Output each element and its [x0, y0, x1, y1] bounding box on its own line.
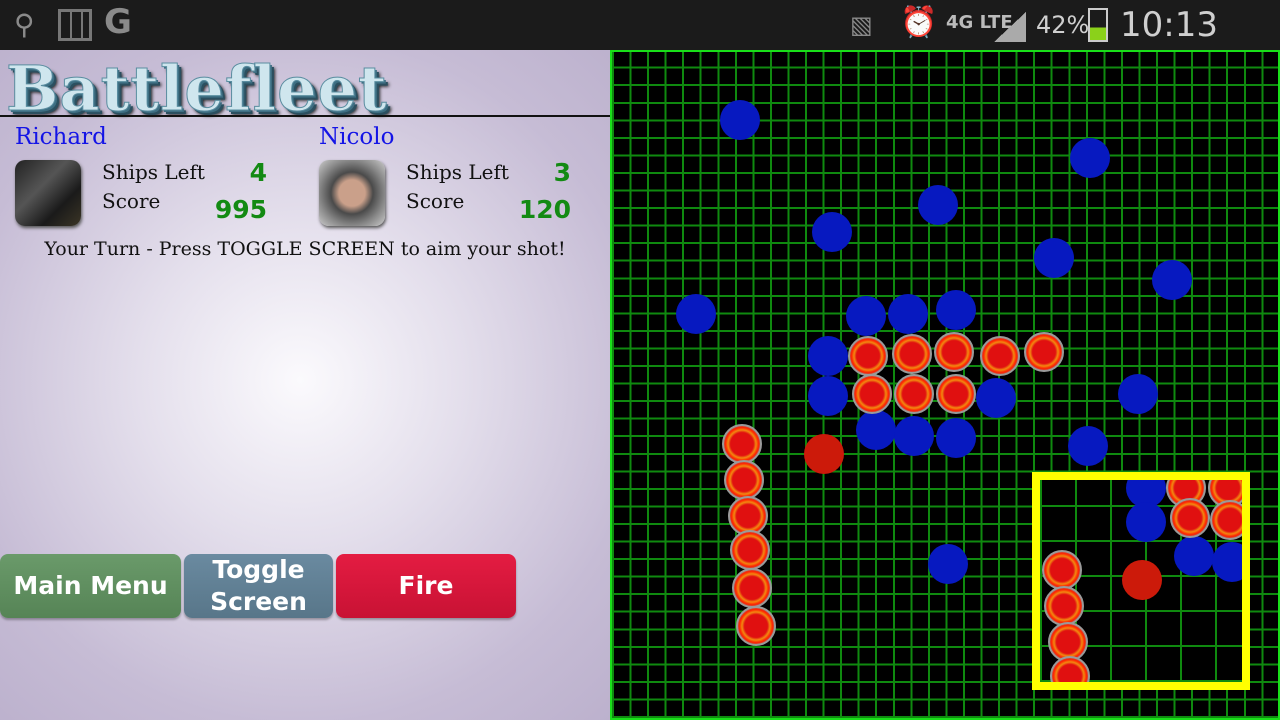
- battery-charging-icon: [1088, 8, 1108, 42]
- miss-marker: [720, 100, 760, 140]
- score-label: Score: [102, 189, 161, 213]
- ship-hit-marker: [1050, 656, 1090, 682]
- hit-marker: [804, 434, 844, 474]
- usb-icon: ⚲: [14, 8, 35, 41]
- miss-marker: [894, 416, 934, 456]
- miss-marker: [936, 418, 976, 458]
- google-icon: G: [104, 2, 132, 42]
- game-panel: Battlefleet Richard Ships Left 4 Score 9…: [0, 50, 610, 720]
- miss-marker: [928, 544, 968, 584]
- score-value: 995: [214, 195, 267, 224]
- hit-marker: [1122, 560, 1162, 600]
- alarm-icon: ⏰: [900, 5, 938, 40]
- score-label: Score: [406, 189, 465, 213]
- ship-hit-marker: [894, 374, 934, 414]
- miss-marker: [1118, 374, 1158, 414]
- ship-hit-marker: [1044, 586, 1084, 626]
- ship-hit-marker: [892, 334, 932, 374]
- ship-hit-marker: [852, 374, 892, 414]
- ship-hit-marker: [1210, 500, 1242, 540]
- fire-button[interactable]: Fire: [336, 554, 516, 618]
- score-value: 120: [518, 195, 571, 224]
- miss-marker: [846, 296, 886, 336]
- avatar: [15, 160, 81, 226]
- ship-hit-marker: [1170, 498, 1210, 538]
- miss-marker: [888, 294, 928, 334]
- miss-marker: [812, 212, 852, 252]
- miss-marker: [1068, 426, 1108, 466]
- signal-icon: [994, 12, 1026, 42]
- miss-marker: [676, 294, 716, 334]
- miss-marker: [1212, 542, 1242, 582]
- miss-marker: [1152, 260, 1192, 300]
- divider: [0, 115, 610, 117]
- main-menu-button[interactable]: Main Menu: [0, 554, 181, 618]
- ship-hit-marker: [1024, 332, 1064, 372]
- miss-marker: [976, 378, 1016, 418]
- ships-left-value: 3: [553, 158, 571, 187]
- miss-marker: [918, 185, 958, 225]
- ship-hit-marker: [1042, 550, 1082, 590]
- miss-marker: [856, 410, 896, 450]
- turn-message: Your Turn - Press TOGGLE SCREEN to aim y…: [44, 238, 566, 260]
- ship-hit-marker: [722, 424, 762, 464]
- aim-zoom-box: [1032, 472, 1250, 690]
- player-name: Nicolo: [319, 124, 395, 150]
- battery-percent: 42%: [1036, 11, 1090, 39]
- ship-hit-marker: [730, 530, 770, 570]
- no-sim-icon: ▧: [850, 11, 873, 39]
- status-bar: ⚲ G ▧ ⏰ 4G LTE 42% 10:13 AM: [0, 0, 1280, 85]
- game-board[interactable]: [610, 50, 1280, 720]
- ships-left-value: 4: [249, 158, 267, 187]
- miss-marker: [1070, 138, 1110, 178]
- screenshot-icon: [58, 9, 92, 41]
- ship-hit-marker: [736, 606, 776, 646]
- ship-hit-marker: [732, 568, 772, 608]
- ship-hit-marker: [980, 336, 1020, 376]
- avatar: [319, 160, 385, 226]
- miss-marker: [1126, 502, 1166, 542]
- ship-hit-marker: [724, 460, 764, 500]
- ship-hit-marker: [936, 374, 976, 414]
- toggle-screen-button[interactable]: Toggle Screen: [184, 554, 333, 618]
- miss-marker: [1174, 536, 1214, 576]
- ship-hit-marker: [934, 332, 974, 372]
- miss-marker: [808, 336, 848, 376]
- miss-marker: [936, 290, 976, 330]
- ship-hit-marker: [848, 336, 888, 376]
- player-name: Richard: [15, 124, 107, 150]
- miss-marker: [1034, 238, 1074, 278]
- miss-marker: [808, 376, 848, 416]
